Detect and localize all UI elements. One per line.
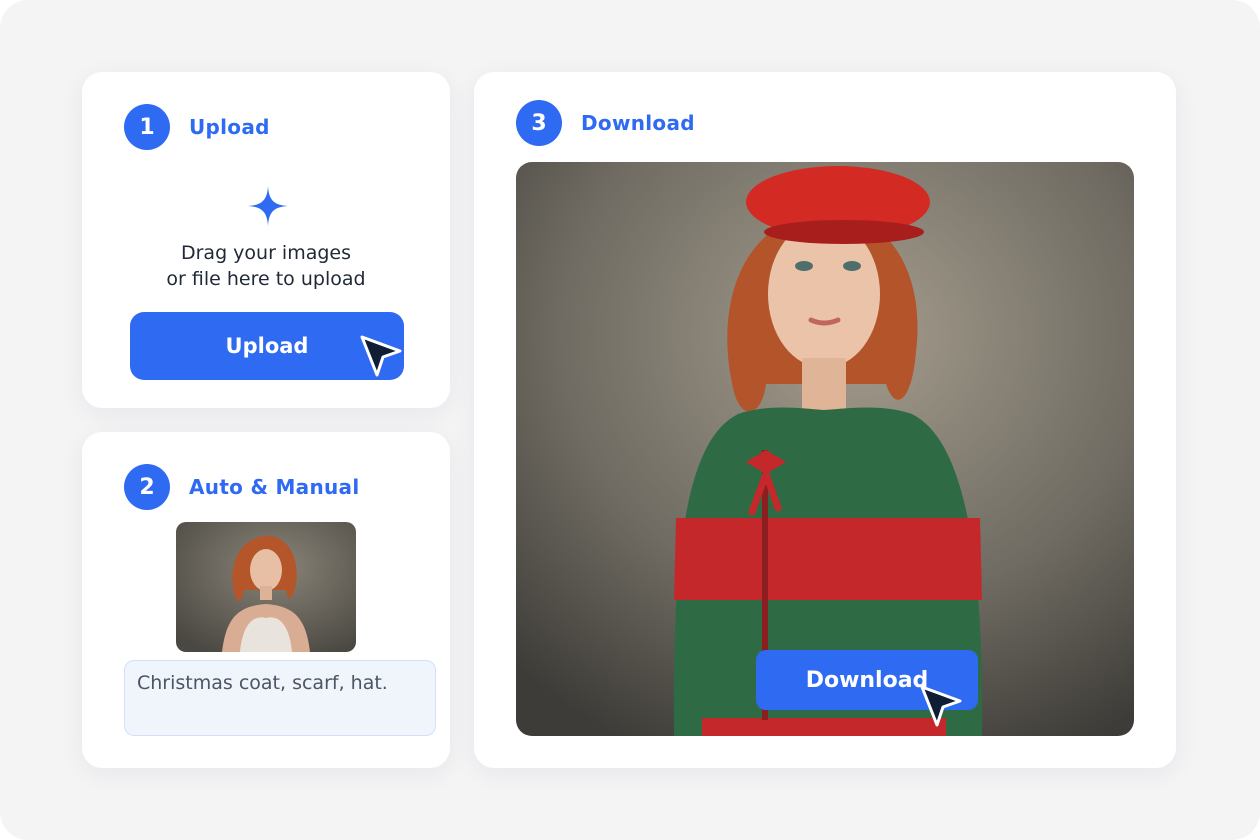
- step-3-badge: 3: [516, 100, 562, 146]
- result-photo: Download: [516, 162, 1134, 736]
- step-1-badge: 1: [124, 104, 170, 150]
- step-1-header: 1 Upload: [124, 104, 270, 150]
- app-frame: 1 Upload Drag your images or file here t…: [0, 0, 1260, 840]
- prompt-input[interactable]: Christmas coat, scarf, hat.: [124, 660, 436, 736]
- step-1-title: Upload: [189, 115, 270, 139]
- upload-card: 1 Upload Drag your images or file here t…: [82, 72, 450, 408]
- drag-text-line-2: or file here to upload: [166, 268, 366, 290]
- step-3-title: Download: [581, 111, 695, 135]
- drag-text-line-1: Drag your images: [180, 242, 352, 264]
- step-3-header: 3 Download: [516, 100, 695, 146]
- auto-manual-card: 2 Auto & Manual Christmas coat, scarf, h…: [82, 432, 450, 768]
- mouse-pointer-icon: [360, 335, 402, 377]
- step-2-header: 2 Auto & Manual: [124, 464, 360, 510]
- source-photo-thumbnail[interactable]: [176, 522, 356, 652]
- plus-sparkle-icon[interactable]: [246, 184, 290, 228]
- download-card: 3 Download Download: [474, 72, 1176, 768]
- step-2-badge: 2: [124, 464, 170, 510]
- mouse-pointer-icon: [920, 685, 962, 727]
- step-2-title: Auto & Manual: [189, 475, 360, 499]
